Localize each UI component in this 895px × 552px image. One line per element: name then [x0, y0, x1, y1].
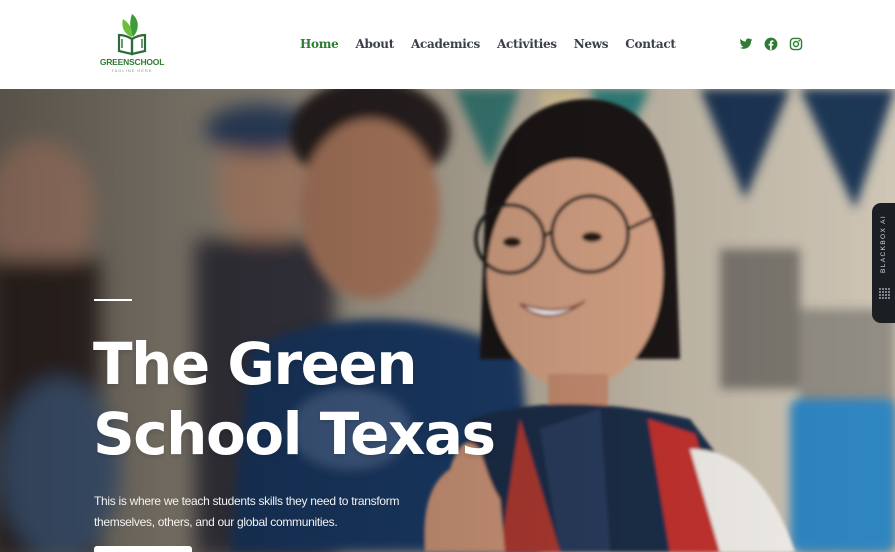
side-tab-label: BLACKBOX AI: [880, 215, 887, 274]
hero-section: The Green School Texas This is where we …: [0, 89, 895, 552]
site-header: GREENSCHOOL TAGLINE HERE Home About Acad…: [0, 0, 895, 89]
hero-overlay: [0, 89, 895, 552]
hero-subtitle: This is where we teach students skills t…: [94, 494, 400, 529]
hero-cta-button[interactable]: [94, 546, 192, 552]
hero-title: The Green School Texas: [93, 329, 513, 469]
social-links: [739, 37, 803, 51]
logo-tagline: TAGLINE HERE: [111, 68, 153, 73]
hero-title-line-1: The Green: [93, 330, 418, 398]
main-nav: Home About Academics Activities News Con…: [300, 34, 693, 54]
instagram-icon[interactable]: [789, 37, 803, 51]
site-logo[interactable]: GREENSCHOOL TAGLINE HERE: [100, 10, 164, 76]
nav-news[interactable]: News: [574, 37, 609, 51]
hero-accent-line: [94, 299, 132, 301]
dots-grid-icon: [878, 288, 890, 299]
leaf-book-logo-icon: [117, 14, 147, 56]
blackbox-ai-side-tab[interactable]: BLACKBOX AI: [872, 203, 895, 323]
logo-wordmark: GREENSCHOOL: [99, 57, 165, 67]
nav-activities[interactable]: Activities: [497, 37, 557, 51]
nav-about[interactable]: About: [355, 37, 394, 51]
twitter-icon[interactable]: [739, 37, 753, 51]
nav-academics[interactable]: Academics: [411, 37, 480, 51]
facebook-icon[interactable]: [764, 37, 778, 51]
hero-title-line-2: School Texas: [93, 400, 496, 468]
nav-contact[interactable]: Contact: [625, 37, 676, 51]
nav-home[interactable]: Home: [300, 37, 339, 51]
